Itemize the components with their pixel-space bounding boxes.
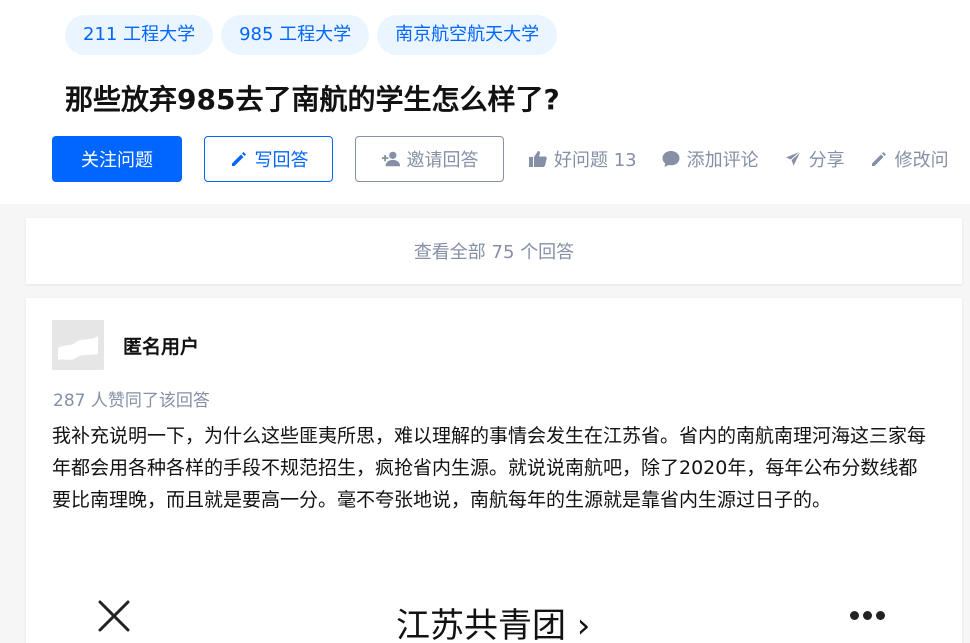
pencil-icon — [869, 149, 889, 169]
follow-question-button[interactable]: 关注问题 — [52, 136, 182, 182]
edit-question-label: 修改问 — [894, 150, 949, 171]
share-button[interactable]: 分享 — [782, 146, 845, 172]
more-dots-icon — [850, 611, 885, 620]
write-answer-button[interactable]: 写回答 — [204, 136, 333, 182]
add-comment-label: 添加评论 — [686, 150, 759, 171]
add-user-icon — [381, 149, 401, 169]
author-name[interactable]: 匿名用户 — [123, 332, 199, 359]
avatar[interactable] — [52, 320, 104, 370]
question-header: 211 工程大学 985 工程大学 南京航空航天大学 那些放弃985去了南航的学… — [0, 0, 970, 204]
topic-tag-211[interactable]: 211 工程大学 — [65, 15, 214, 55]
comment-icon — [661, 149, 681, 169]
share-label: 分享 — [808, 150, 845, 171]
edit-question-button[interactable]: 修改问 — [869, 146, 949, 172]
close-icon — [96, 598, 132, 638]
topic-tag-985[interactable]: 985 工程大学 — [221, 15, 370, 55]
write-answer-label: 写回答 — [254, 150, 309, 171]
invite-answer-label: 邀请回答 — [406, 150, 479, 171]
good-question-label: 好问题 13 — [554, 150, 637, 171]
paper-plane-icon — [782, 149, 803, 169]
vote-count: 287 人赞同了该回答 — [53, 391, 210, 411]
pencil-icon — [229, 149, 249, 169]
embedded-screenshot-title: 江苏共青团 › — [396, 606, 591, 643]
topic-list: 211 工程大学 985 工程大学 南京航空航天大学 — [65, 15, 558, 55]
view-all-answers-label: 查看全部 75 个回答 — [413, 242, 575, 263]
follow-question-label: 关注问题 — [81, 150, 153, 171]
add-comment-button[interactable]: 添加评论 — [661, 146, 759, 172]
answer-content: 我补充说明一下，为什么这些匪夷所思，难以理解的事情会发生在江苏省。省内的南航南理… — [52, 425, 927, 511]
topic-tag-nuaa[interactable]: 南京航空航天大学 — [377, 15, 558, 55]
view-all-answers-button[interactable]: 查看全部 75 个回答 — [26, 218, 962, 284]
thumbs-up-icon — [528, 149, 548, 169]
question-actions: 关注问题 写回答 邀请回答 好问题 13 添加评论 分享 修改问 — [52, 136, 949, 182]
question-title: 那些放弃985去了南航的学生怎么样了? — [65, 83, 560, 116]
invite-answer-button[interactable]: 邀请回答 — [355, 136, 504, 182]
good-question-button[interactable]: 好问题 13 — [528, 146, 637, 172]
answer-card: 匿名用户 287 人赞同了该回答 我补充说明一下，为什么这些匪夷所思，难以理解的… — [26, 298, 962, 643]
